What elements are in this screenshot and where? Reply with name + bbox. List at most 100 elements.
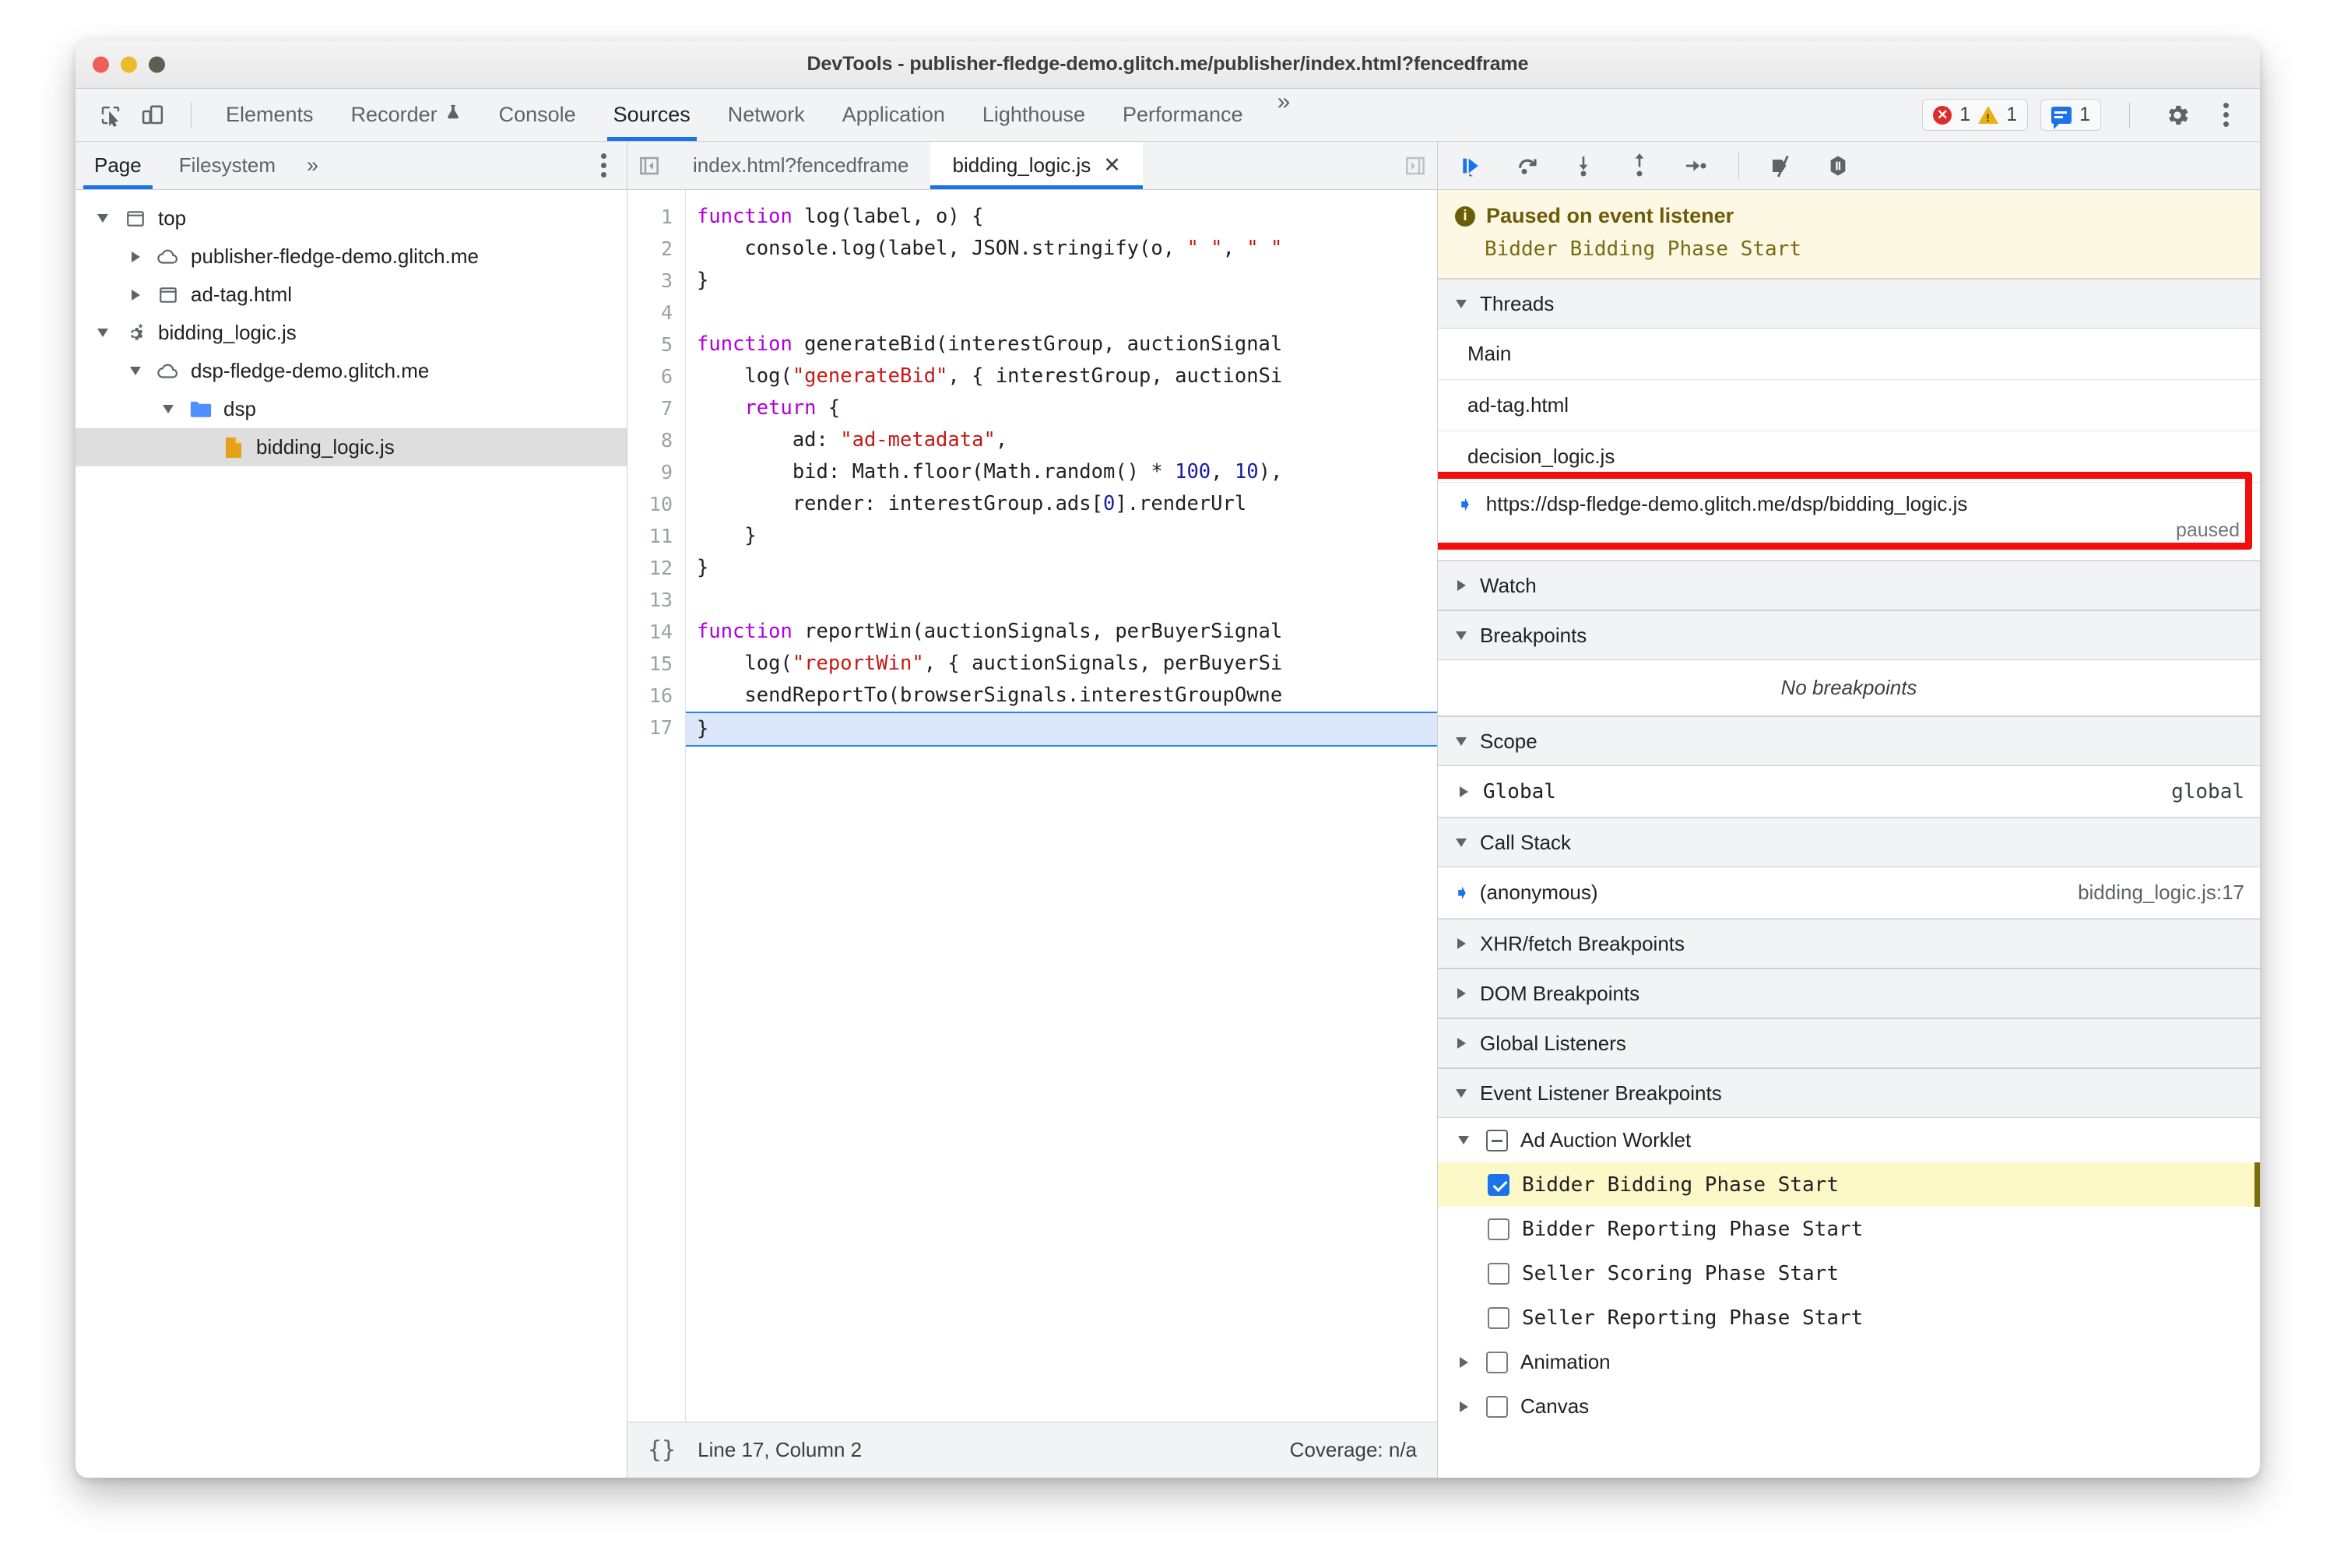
- code-line[interactable]: function log(label, o) {: [697, 201, 1437, 233]
- elb-group-animation[interactable]: Animation: [1438, 1340, 2260, 1384]
- line-number[interactable]: 2: [627, 233, 673, 265]
- nav-tab-filesystem[interactable]: Filesystem: [160, 142, 294, 189]
- elb-group-canvas[interactable]: Canvas: [1438, 1384, 2260, 1429]
- line-number[interactable]: 12: [627, 552, 673, 584]
- tree-item-dsp-origin[interactable]: dsp-fledge-demo.glitch.me: [76, 352, 627, 390]
- tab-recorder[interactable]: Recorder: [332, 89, 480, 141]
- kebab-menu-icon[interactable]: [2212, 98, 2240, 132]
- code-line[interactable]: render: interestGroup.ads[0].renderUrl: [697, 488, 1437, 520]
- tree-item-top[interactable]: top: [76, 199, 627, 237]
- nav-more-tabs-icon[interactable]: »: [294, 142, 331, 189]
- checkbox-ad-auction-worklet[interactable]: [1486, 1129, 1508, 1151]
- pretty-print-icon[interactable]: {}: [648, 1436, 676, 1464]
- code-line[interactable]: }: [697, 552, 1437, 584]
- line-number[interactable]: 17: [627, 712, 673, 744]
- tree-item-publisher-origin[interactable]: publisher-fledge-demo.glitch.me: [76, 237, 627, 276]
- section-header-xhr-fetch-breakpoints[interactable]: XHR/fetch Breakpoints: [1438, 919, 2260, 969]
- chevron-down-icon[interactable]: [1453, 838, 1469, 847]
- chevron-right-icon[interactable]: [1453, 1401, 1474, 1412]
- minimize-window-button[interactable]: [121, 56, 137, 72]
- elb-group-ad-auction-worklet[interactable]: Ad Auction Worklet: [1438, 1118, 2260, 1162]
- line-number[interactable]: 16: [627, 680, 673, 712]
- tab-scroll-right-icon[interactable]: [1393, 142, 1437, 189]
- checkbox-canvas[interactable]: [1486, 1395, 1508, 1418]
- chevron-down-icon[interactable]: [125, 367, 146, 375]
- chevron-right-icon[interactable]: [125, 289, 146, 301]
- checkbox-seller-scoring-phase-start[interactable]: [1488, 1262, 1509, 1285]
- chevron-right-icon[interactable]: [1453, 580, 1469, 591]
- code-line[interactable]: return {: [697, 392, 1437, 424]
- line-number[interactable]: 11: [627, 520, 673, 552]
- inspect-element-icon[interactable]: [91, 96, 130, 135]
- tab-console[interactable]: Console: [480, 89, 595, 141]
- line-number[interactable]: 14: [627, 616, 673, 648]
- section-header-scope[interactable]: Scope: [1438, 716, 2260, 766]
- step-icon[interactable]: [1678, 148, 1713, 184]
- navigator-menu-icon[interactable]: [581, 142, 627, 189]
- thread-item-main[interactable]: Main: [1438, 329, 2260, 380]
- issue-counts[interactable]: ✕ 1 1: [1922, 99, 2029, 131]
- line-number[interactable]: 9: [627, 456, 673, 488]
- step-out-of-current-function-icon[interactable]: [1622, 148, 1657, 184]
- chevron-down-icon[interactable]: [93, 214, 113, 223]
- tab-elements[interactable]: Elements: [207, 89, 332, 141]
- code-line[interactable]: log("reportWin", { auctionSignals, perBu…: [697, 648, 1437, 680]
- deactivate-breakpoints-icon[interactable]: [1764, 148, 1800, 184]
- code-line[interactable]: ad: "ad-metadata",: [697, 424, 1437, 456]
- code-line[interactable]: [697, 297, 1437, 329]
- checkbox-animation[interactable]: [1486, 1351, 1508, 1373]
- chevron-down-icon[interactable]: [1453, 1136, 1474, 1144]
- close-window-button[interactable]: [93, 56, 109, 72]
- section-header-global-listeners[interactable]: Global Listeners: [1438, 1018, 2260, 1068]
- tree-item-bidding-logic-js[interactable]: bidding_logic.js: [76, 428, 627, 466]
- tree-item-worklet-bidding-logic[interactable]: bidding_logic.js: [76, 314, 627, 352]
- editor-tab-bidding-logic-js[interactable]: bidding_logic.js ✕: [930, 142, 1144, 189]
- section-header-dom-breakpoints[interactable]: DOM Breakpoints: [1438, 969, 2260, 1018]
- code-line[interactable]: [697, 584, 1437, 616]
- line-number[interactable]: 5: [627, 329, 673, 360]
- code-line[interactable]: sendReportTo(browserSignals.interestGrou…: [697, 680, 1437, 712]
- elb-item-seller-scoring-phase-start[interactable]: Seller Scoring Phase Start: [1438, 1251, 2260, 1296]
- step-into-next-function-call-icon[interactable]: [1566, 148, 1601, 184]
- tab-sources[interactable]: Sources: [595, 89, 709, 141]
- nav-tab-page[interactable]: Page: [76, 142, 160, 189]
- scope-item-global[interactable]: Global global: [1438, 766, 2260, 817]
- line-number[interactable]: 10: [627, 488, 673, 520]
- thread-item-ad-tag-html[interactable]: ad-tag.html: [1438, 380, 2260, 431]
- elb-item-bidder-bidding-phase-start[interactable]: Bidder Bidding Phase Start: [1438, 1162, 2260, 1207]
- chevron-down-icon[interactable]: [158, 405, 178, 413]
- code-line[interactable]: }: [697, 520, 1437, 552]
- step-over-next-function-call-icon[interactable]: [1509, 148, 1545, 184]
- tab-application[interactable]: Application: [824, 89, 964, 141]
- section-header-call-stack[interactable]: Call Stack: [1438, 817, 2260, 867]
- chevron-down-icon[interactable]: [1453, 299, 1469, 308]
- line-number[interactable]: 1: [627, 201, 673, 233]
- code-line[interactable]: function reportWin(auctionSignals, perBu…: [697, 616, 1437, 648]
- chevron-down-icon[interactable]: [93, 329, 113, 337]
- tab-lighthouse[interactable]: Lighthouse: [964, 89, 1104, 141]
- tab-scroll-left-icon[interactable]: [627, 142, 671, 189]
- line-number[interactable]: 7: [627, 392, 673, 424]
- checkbox-bidder-reporting-phase-start[interactable]: [1488, 1218, 1509, 1240]
- tab-network[interactable]: Network: [709, 89, 824, 141]
- zoom-window-button[interactable]: [149, 56, 165, 72]
- line-number[interactable]: 3: [627, 265, 673, 297]
- checkbox-bidder-bidding-phase-start[interactable]: [1488, 1173, 1509, 1196]
- call-stack-item-anonymous[interactable]: ➧ (anonymous) bidding_logic.js:17: [1438, 867, 2260, 919]
- tree-item-ad-tag-html[interactable]: ad-tag.html: [76, 276, 627, 314]
- code-content[interactable]: function log(label, o) { console.log(lab…: [686, 190, 1437, 1422]
- tab-performance[interactable]: Performance: [1104, 89, 1262, 141]
- chevron-down-icon[interactable]: [1453, 1088, 1469, 1098]
- more-panels-icon[interactable]: »: [1262, 89, 1306, 141]
- elb-item-seller-reporting-phase-start[interactable]: Seller Reporting Phase Start: [1438, 1296, 2260, 1340]
- tree-item-dsp-folder[interactable]: dsp: [76, 390, 627, 428]
- section-header-event-listener-breakpoints[interactable]: Event Listener Breakpoints: [1438, 1068, 2260, 1118]
- line-number[interactable]: 4: [627, 297, 673, 329]
- chevron-right-icon[interactable]: [1453, 1038, 1469, 1049]
- section-header-threads[interactable]: Threads: [1438, 279, 2260, 329]
- code-line[interactable]: bid: Math.floor(Math.random() * 100, 10)…: [697, 456, 1437, 488]
- chevron-down-icon[interactable]: [1453, 631, 1469, 640]
- gear-icon[interactable]: [2158, 96, 2197, 135]
- pause-on-exceptions-icon[interactable]: [1820, 148, 1856, 184]
- line-number[interactable]: 8: [627, 424, 673, 456]
